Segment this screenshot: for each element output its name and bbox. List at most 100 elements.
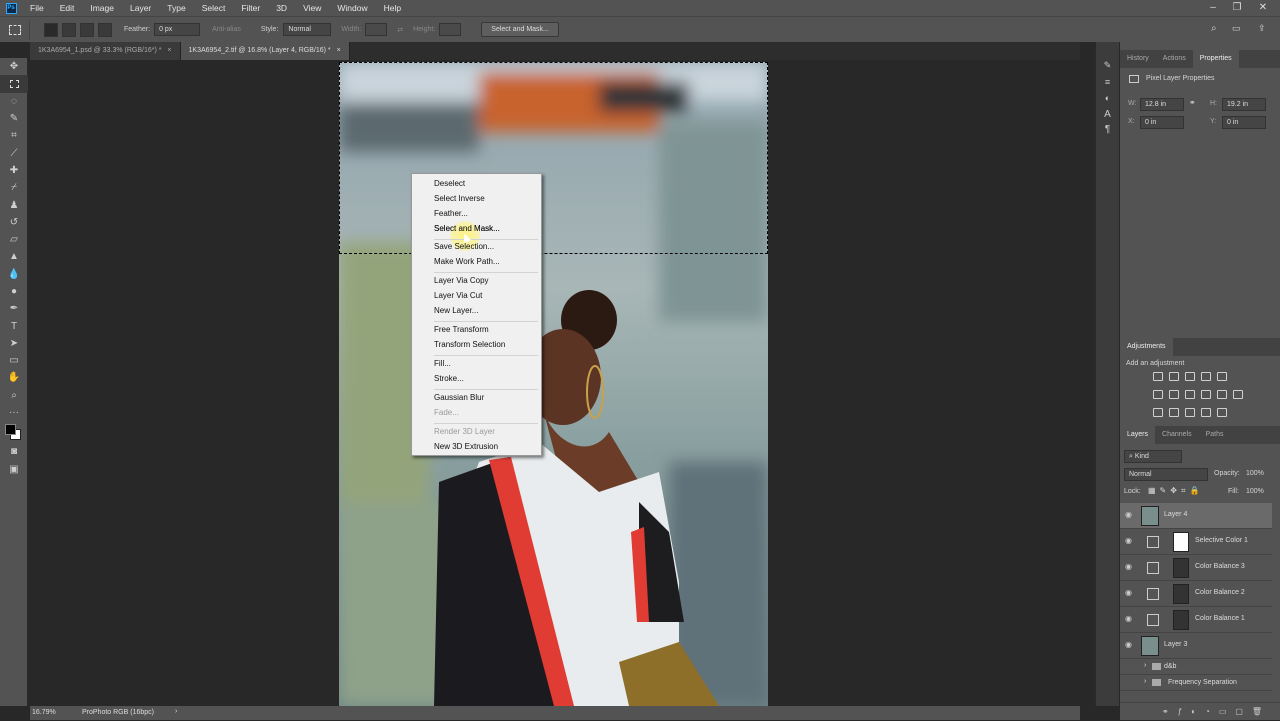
- quick-select-tool-icon[interactable]: ✎: [0, 110, 28, 127]
- menu-item-layer-via-cut[interactable]: Layer Via Cut: [434, 291, 482, 301]
- blend-mode-select[interactable]: Normal: [1124, 468, 1208, 481]
- menu-item-layer-via-copy[interactable]: Layer Via Copy: [434, 276, 489, 286]
- screen-mode-icon[interactable]: ▣: [0, 461, 28, 478]
- color-swatches[interactable]: [0, 421, 27, 443]
- menu-item-feather[interactable]: Feather...: [434, 209, 468, 219]
- tab-actions[interactable]: Actions: [1156, 50, 1193, 68]
- width-field[interactable]: 12.8 in: [1140, 98, 1184, 111]
- paint-bucket-tool-icon[interactable]: ▲: [0, 248, 28, 265]
- menu-item-deselect[interactable]: Deselect: [434, 179, 465, 189]
- menu-image[interactable]: Image: [82, 0, 122, 16]
- layer-filter-select[interactable]: ⌕ Kind: [1124, 450, 1182, 463]
- feather-input[interactable]: 0 px: [154, 23, 201, 36]
- tab-properties[interactable]: Properties: [1192, 50, 1239, 68]
- menu-item-select-inverse[interactable]: Select Inverse: [434, 194, 485, 204]
- clone-stamp-tool-icon[interactable]: ♟: [0, 196, 28, 213]
- channel-mixer-icon[interactable]: [1217, 390, 1227, 399]
- tab-paths[interactable]: Paths: [1199, 426, 1231, 444]
- marquee-tool-icon[interactable]: [0, 75, 28, 93]
- status-menu-arrow-icon[interactable]: ›: [175, 708, 177, 715]
- foreground-color-swatch[interactable]: [5, 424, 16, 436]
- exposure-icon[interactable]: [1201, 372, 1211, 381]
- layer-row-color-balance-3[interactable]: ◉ Color Balance 3: [1120, 555, 1272, 581]
- menu-item-free-transform[interactable]: Free Transform: [434, 325, 489, 335]
- visibility-eye-icon[interactable]: ◉: [1125, 615, 1135, 623]
- healing-brush-tool-icon[interactable]: ✚: [0, 162, 28, 179]
- antialias-checkbox[interactable]: Anti-alias: [212, 26, 241, 33]
- search-icon[interactable]: ⌕: [1211, 23, 1217, 34]
- selective-color-icon[interactable]: [1201, 408, 1211, 417]
- move-tool-icon[interactable]: ✥: [0, 58, 28, 75]
- menu-item-gaussian-blur[interactable]: Gaussian Blur: [434, 393, 484, 403]
- close-tab-icon[interactable]: ×: [167, 47, 171, 54]
- brush-tool-icon[interactable]: ⌿: [0, 179, 28, 196]
- y-field[interactable]: 0 in: [1222, 116, 1266, 129]
- menu-select[interactable]: Select: [194, 0, 234, 16]
- gradient-map-icon[interactable]: [1217, 408, 1227, 417]
- layer-group-dnb[interactable]: › d&b: [1120, 659, 1272, 675]
- tab-document-1[interactable]: 1K3A6954_1.psd @ 33.3% (RGB/16*) * ×: [30, 42, 181, 60]
- menu-help[interactable]: Help: [376, 0, 409, 16]
- x-field[interactable]: 0 in: [1140, 116, 1184, 129]
- layer-row-color-balance-2[interactable]: ◉ Color Balance 2: [1120, 581, 1272, 607]
- pen-tool-icon[interactable]: ✒: [0, 300, 28, 317]
- menu-edit[interactable]: Edit: [52, 0, 83, 16]
- menu-item-stroke[interactable]: Stroke...: [434, 374, 464, 384]
- dodge-tool-icon[interactable]: ●: [0, 283, 28, 300]
- menu-item-new-3d-extrusion[interactable]: New 3D Extrusion: [434, 442, 498, 452]
- menu-filter[interactable]: Filter: [233, 0, 268, 16]
- visibility-eye-icon[interactable]: ◉: [1125, 563, 1135, 571]
- new-selection-icon[interactable]: [44, 22, 58, 37]
- menu-item-save-selection[interactable]: Save Selection...: [434, 242, 494, 252]
- height-input[interactable]: [439, 23, 462, 36]
- character-panel-icon[interactable]: A: [1096, 109, 1119, 120]
- close-tab-icon[interactable]: ×: [337, 47, 341, 54]
- layer-group-frequency-separation[interactable]: › Frequency Separation: [1120, 675, 1272, 691]
- group-expand-icon[interactable]: ›: [1144, 678, 1146, 685]
- hue-saturation-icon[interactable]: [1153, 390, 1163, 399]
- swap-icon[interactable]: ⇄: [397, 26, 403, 34]
- history-brush-tool-icon[interactable]: ↺: [0, 214, 28, 231]
- tab-document-2[interactable]: 1K3A6954_2.tif @ 16.8% (Layer 4, RGB/16)…: [180, 42, 350, 60]
- lock-icons[interactable]: ▦✎✥⌗🔒: [1148, 486, 1203, 496]
- photo-filter-icon[interactable]: [1201, 390, 1211, 399]
- levels-icon[interactable]: [1169, 372, 1179, 381]
- eraser-tool-icon[interactable]: ▱: [0, 231, 28, 248]
- menu-window[interactable]: Window: [329, 0, 375, 16]
- color-lookup-icon[interactable]: [1233, 390, 1243, 399]
- blur-tool-icon[interactable]: 💧: [0, 266, 28, 283]
- fill-input[interactable]: 100%: [1246, 488, 1264, 495]
- paragraph-panel-icon[interactable]: ¶: [1096, 124, 1119, 135]
- layer-row-color-balance-1[interactable]: ◉ Color Balance 1: [1120, 607, 1272, 633]
- menu-item-new-layer[interactable]: New Layer...: [434, 306, 478, 316]
- visibility-eye-icon[interactable]: ◉: [1125, 641, 1135, 649]
- share-icon[interactable]: ⇪: [1258, 23, 1266, 34]
- black-white-icon[interactable]: [1185, 390, 1195, 399]
- lasso-tool-icon[interactable]: ◌: [0, 93, 28, 110]
- zoom-tool-icon[interactable]: ⌕: [0, 387, 28, 404]
- menu-file[interactable]: File: [22, 0, 52, 16]
- visibility-eye-icon[interactable]: ◉: [1125, 511, 1135, 519]
- tab-history[interactable]: History: [1120, 50, 1156, 68]
- layer-row-selective-color-1[interactable]: ◉ Selective Color 1: [1120, 529, 1272, 555]
- brightness-contrast-icon[interactable]: [1153, 372, 1163, 381]
- invert-icon[interactable]: [1153, 408, 1163, 417]
- add-to-selection-icon[interactable]: [62, 22, 76, 37]
- height-field[interactable]: 19.2 in: [1222, 98, 1266, 111]
- menu-item-make-work-path[interactable]: Make Work Path...: [434, 257, 500, 267]
- vibrance-icon[interactable]: [1217, 372, 1227, 381]
- threshold-icon[interactable]: [1185, 408, 1195, 417]
- curves-icon[interactable]: [1185, 372, 1195, 381]
- menu-type[interactable]: Type: [159, 0, 193, 16]
- workspace-icon[interactable]: ▭: [1232, 23, 1241, 34]
- subtract-from-selection-icon[interactable]: [80, 22, 94, 37]
- close-icon[interactable]: ✕: [1252, 0, 1274, 16]
- tab-adjustments[interactable]: Adjustments: [1120, 338, 1173, 356]
- layer-row-layer-3[interactable]: ◉ Layer 3: [1120, 633, 1272, 659]
- group-expand-icon[interactable]: ›: [1144, 662, 1146, 669]
- hand-tool-icon[interactable]: ✋: [0, 369, 28, 386]
- select-and-mask-button[interactable]: Select and Mask...: [481, 22, 559, 37]
- menu-item-transform-selection[interactable]: Transform Selection: [434, 340, 505, 350]
- more-tools-icon[interactable]: ···: [0, 404, 28, 421]
- zoom-level[interactable]: 16.79%: [32, 709, 56, 716]
